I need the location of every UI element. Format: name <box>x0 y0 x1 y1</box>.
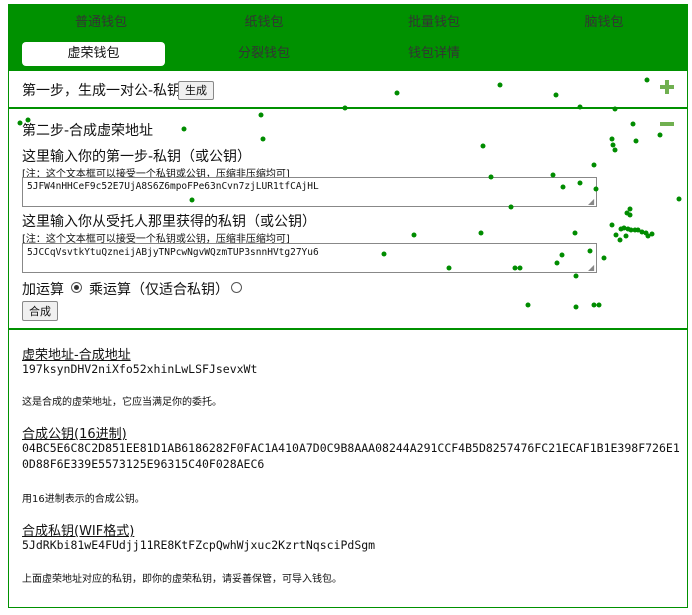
pubkey-note: 用16进制表示的合成公钥。 <box>22 494 145 505</box>
op-add-radio[interactable] <box>71 282 82 293</box>
tab-wallet-details[interactable]: 钱包详情 <box>363 42 505 66</box>
privkey-note: 上面虚荣地址对应的私钥，即你的虚荣私钥，请妥善保管，可导入钱包。 <box>22 574 342 585</box>
tab-vanity-wallet[interactable]: 虚荣钱包 <box>22 42 165 66</box>
privkey-value: 5JdRKbi81wE4FUdjj11RE8KtFZcpQwhWjxuc2Kzr… <box>22 538 376 552</box>
combine-button[interactable]: 合成 <box>22 301 58 321</box>
result-panel: 虚荣地址-合成地址 197ksynDHV2niXfo52xhinLwLSFJse… <box>8 329 688 608</box>
vanity-address-value: 197ksynDHV2niXfo52xhinLwLSFJsevxWt <box>22 362 258 376</box>
input1-label: 这里输入你的第一步-私钥（或公钥） <box>22 149 252 165</box>
wallet-tab-bar: 普通钱包 纸钱包 批量钱包 脑钱包 虚荣钱包 分裂钱包 钱包详情 <box>8 4 688 70</box>
op-add-label: 加运算 <box>22 282 64 298</box>
tab-split-wallet[interactable]: 分裂钱包 <box>193 42 335 66</box>
first-key-textarea[interactable] <box>22 177 597 207</box>
step1-label: 第一步，生成一对公-私钥 <box>22 83 182 99</box>
step2-panel: 第二步-合成虚荣地址 这里输入你的第一步-私钥（或公钥） [注：这个文本框可以接… <box>8 108 688 329</box>
plus-icon[interactable] <box>660 80 674 94</box>
tab-brain-wallet[interactable]: 脑钱包 <box>533 11 675 35</box>
step2-title: 第二步-合成虚荣地址 <box>22 123 154 139</box>
op-mul-radio[interactable] <box>231 282 242 293</box>
pubkey-value: 04BC5E6C8C2D851EE81D1AB6186282F0FAC1A410… <box>22 441 680 471</box>
input2-label: 这里输入你从受托人那里获得的私钥（或公钥） <box>22 214 316 230</box>
generate-button[interactable]: 生成 <box>178 81 214 100</box>
op-mul-label: 乘运算（仅适合私钥） <box>89 282 229 298</box>
tab-bulk-wallet[interactable]: 批量钱包 <box>363 11 505 35</box>
second-key-textarea[interactable] <box>22 243 597 273</box>
resize-grip-icon[interactable]: ◢ <box>588 198 596 206</box>
vanity-address-note: 这是合成的虚荣地址，它应当满足你的委托。 <box>22 397 222 408</box>
tab-paper-wallet[interactable]: 纸钱包 <box>193 11 335 35</box>
minus-icon[interactable] <box>660 122 674 126</box>
resize-grip-icon[interactable]: ◢ <box>588 264 596 272</box>
step1-panel: 第一步，生成一对公-私钥 生成 <box>8 70 688 108</box>
tab-normal-wallet[interactable]: 普通钱包 <box>30 11 172 35</box>
